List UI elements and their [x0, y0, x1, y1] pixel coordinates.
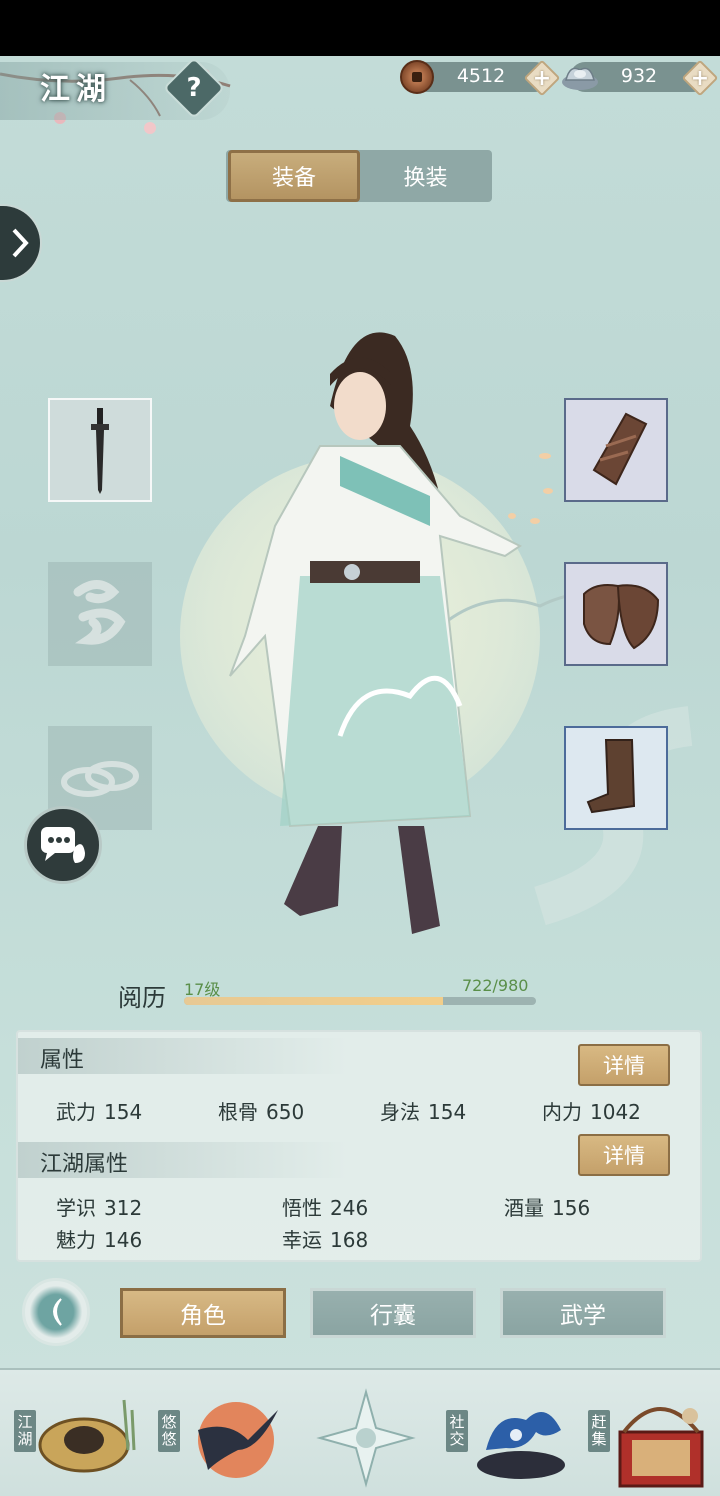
market-basket-icon: [618, 1407, 704, 1488]
accessory-slot-empty[interactable]: [48, 562, 152, 666]
stat-wuxing: 悟性 246: [282, 1192, 368, 1221]
help-icon: ?: [186, 73, 202, 103]
jianghu-detail-button[interactable]: 详情: [578, 1134, 670, 1176]
stat-wuli: 武力 154: [56, 1096, 142, 1125]
chat-button[interactable]: [24, 806, 102, 884]
back-button[interactable]: [22, 1278, 90, 1346]
stat-value: 154: [104, 1100, 143, 1124]
experience-progress-bar: [184, 997, 536, 1005]
cloud-motif-icon: [73, 580, 126, 645]
dock-jianghu[interactable]: 江湖: [14, 1380, 144, 1492]
copper-coin-icon: [400, 60, 434, 94]
stat-value: 1042: [590, 1100, 641, 1124]
stat-value: 312: [104, 1196, 143, 1220]
shoulder-guard-icon: [583, 584, 660, 650]
stat-name: 内力: [542, 1100, 582, 1124]
boots-slot[interactable]: [564, 726, 668, 830]
equip-tabs: 装备 换装: [226, 150, 492, 202]
boot-icon: [586, 739, 636, 814]
bracer-icon: [592, 412, 648, 486]
armor-slot[interactable]: [564, 562, 668, 666]
stat-value: 146: [104, 1228, 143, 1252]
chat-bubble-icon: [41, 827, 85, 863]
stat-name: 魅力: [56, 1228, 96, 1252]
tab-equipment[interactable]: 装备: [228, 150, 360, 202]
dock-market[interactable]: 赶集: [588, 1380, 718, 1492]
stat-name: 身法: [380, 1100, 420, 1124]
straw-hat-icon: [38, 1399, 136, 1473]
dock-label: 社交: [446, 1410, 468, 1452]
attribute-panel: 属性 详情 武力 154 根骨 650 身法 154 内力 1042 江湖属性 详情 学…: [16, 1030, 702, 1262]
stat-name: 学识: [56, 1196, 96, 1220]
bracer-slot[interactable]: [564, 398, 668, 502]
attributes-title: 属性: [40, 1048, 85, 1073]
silver-amount: 932: [620, 65, 658, 87]
stat-name: 幸运: [282, 1228, 322, 1252]
stat-value: 156: [552, 1196, 591, 1220]
swallow-icon: [198, 1402, 278, 1478]
dagger-icon: [91, 408, 109, 494]
stat-value: 154: [428, 1100, 467, 1124]
dock-label: 赶集: [588, 1410, 610, 1452]
tab-outfit[interactable]: 换装: [359, 150, 492, 202]
stat-meili: 魅力 146: [56, 1224, 142, 1253]
character-screen: 江湖 ? 4512 + 932 + 装备 换装 阅历 17级 722/980 属…: [0, 56, 720, 1496]
stat-xueshi: 学识 312: [56, 1192, 142, 1221]
experience-count: 722/980: [462, 976, 529, 995]
page-title: 江湖: [40, 72, 112, 107]
jianghu-attributes-title: 江湖属性: [40, 1152, 129, 1177]
copper-amount: 4512: [456, 65, 506, 87]
nav-tab-martial-arts[interactable]: 武学: [500, 1288, 666, 1338]
stat-shenfa: 身法 154: [380, 1096, 466, 1125]
wave-icon: [477, 1412, 565, 1479]
experience-label: 阅历: [118, 984, 166, 1012]
weapon-slot[interactable]: [48, 398, 152, 502]
stat-gengu: 根骨 650: [218, 1096, 304, 1125]
dock-youyou[interactable]: 悠悠: [158, 1380, 288, 1492]
stat-neili: 内力 1042: [542, 1096, 641, 1125]
stat-name: 悟性: [282, 1196, 322, 1220]
stat-name: 酒量: [504, 1196, 544, 1220]
attributes-detail-button[interactable]: 详情: [578, 1044, 670, 1086]
main-dock: 江湖 悠悠 社交 赶集: [0, 1368, 720, 1496]
stat-xingyun: 幸运 168: [282, 1224, 368, 1253]
plus-icon: +: [532, 65, 552, 91]
plus-icon: +: [690, 65, 710, 91]
stat-name: 根骨: [218, 1100, 258, 1124]
dock-social[interactable]: 社交: [446, 1380, 576, 1492]
stat-value: 168: [330, 1228, 369, 1252]
top-bar: 江湖 ? 4512 + 932 +: [0, 56, 720, 134]
dock-center[interactable]: [306, 1380, 436, 1492]
back-arrow-icon: [53, 1298, 62, 1326]
nav-tab-inventory[interactable]: 行囊: [310, 1288, 476, 1338]
silver-ingot-icon: [562, 67, 598, 90]
compass-star-icon: [316, 1388, 416, 1488]
stat-value: 650: [266, 1100, 305, 1124]
stat-value: 246: [330, 1196, 369, 1220]
stat-jiuliang: 酒量 156: [504, 1192, 590, 1221]
dock-label: 江湖: [14, 1410, 36, 1452]
experience-progress-fill: [184, 997, 444, 1005]
dock-label: 悠悠: [158, 1410, 180, 1452]
stat-name: 武力: [56, 1100, 96, 1124]
nav-tab-character[interactable]: 角色: [120, 1288, 286, 1338]
